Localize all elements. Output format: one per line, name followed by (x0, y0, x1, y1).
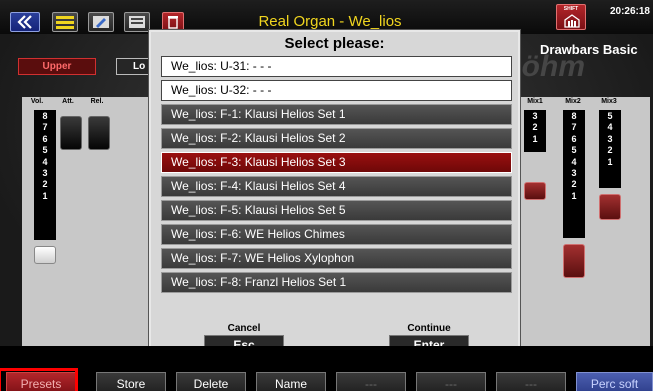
drawbar-number: 7 (42, 122, 48, 133)
drawbar-number: 4 (42, 156, 48, 167)
softkey-perc-soft[interactable]: Perc soft (576, 372, 653, 391)
drawbar-mix2[interactable]: 8 7 6 5 4 3 2 1 (563, 110, 585, 238)
shift-button[interactable]: SHIFT (556, 4, 586, 30)
drawbar-number: 3 (607, 133, 613, 144)
list-item[interactable]: We_lios: F-4: Klausi Helios Set 4 (161, 176, 512, 197)
preset-list: We_lios: U-31: - - - We_lios: U-32: - - … (161, 56, 512, 296)
drawbar-cap-vol[interactable] (34, 246, 56, 264)
cancel-label: Cancel (227, 323, 261, 334)
drawbar-number: 4 (571, 156, 577, 167)
drawbar-cap-mix2[interactable] (563, 244, 585, 278)
softkey-name[interactable]: Name (256, 372, 326, 391)
dialog-title: Select please: (284, 35, 385, 52)
drawbar-number: 6 (571, 133, 577, 144)
softkey-empty-2[interactable]: --- (416, 372, 486, 391)
edit-icon (93, 16, 109, 28)
drawbar-number: 1 (532, 133, 538, 144)
presets-highlight-frame (0, 368, 78, 391)
drawbar-mix1[interactable]: 3 2 1 (524, 110, 546, 152)
drawbar-number: 4 (607, 122, 613, 133)
drawbar-number: 2 (607, 145, 613, 156)
drawbar-number: 2 (42, 179, 48, 190)
drawbar-cap-mix3[interactable] (599, 194, 621, 220)
col-label-mix2: Mix2 (565, 98, 581, 105)
softkey-empty-3[interactable]: --- (496, 372, 566, 391)
drawbar-number: 1 (571, 190, 577, 201)
col-label-rel: Rel. (90, 98, 104, 105)
panel-title: Drawbars Basic (540, 42, 638, 57)
drawbar-vol[interactable]: 8 7 6 5 4 3 2 1 (34, 110, 56, 240)
list-item[interactable]: We_lios: F-8: Franzl Helios Set 1 (161, 272, 512, 293)
organ-icon (564, 14, 580, 28)
drawbar-number: 8 (571, 111, 577, 121)
drawbar-number: 2 (532, 122, 538, 133)
softkey-store[interactable]: Store (96, 372, 166, 391)
softkey-delete[interactable]: Delete (176, 372, 246, 391)
drawbar-number: 3 (42, 168, 48, 179)
edit-button[interactable] (88, 12, 114, 32)
drawbar-number: 3 (532, 111, 538, 121)
col-label-mix1: Mix1 (527, 98, 543, 105)
drawbar-number: 2 (571, 179, 577, 190)
list-item[interactable]: We_lios: F-2: Klausi Helios Set 2 (161, 128, 512, 149)
edit-list-button[interactable] (124, 12, 150, 32)
drawbar-number: 1 (607, 156, 613, 167)
drawbar-mix3[interactable]: 5 4 3 2 1 (599, 110, 621, 188)
list-item[interactable]: We_lios: U-32: - - - (161, 80, 512, 101)
clock: 20:26:18 (609, 6, 650, 17)
drawbar-number: 5 (42, 145, 48, 156)
softkey-empty-1[interactable]: --- (336, 372, 406, 391)
tab-upper[interactable]: Upper (18, 58, 96, 75)
col-label-mix3: Mix3 (601, 98, 617, 105)
back-icon (17, 15, 32, 29)
menu-icon (56, 16, 74, 29)
drawbar-number: 7 (571, 122, 577, 133)
drawbar-cap-rel[interactable] (88, 116, 110, 150)
list-item-selected[interactable]: We_lios: F-3: Klausi Helios Set 3 (161, 152, 512, 173)
col-label-att: Att. (62, 98, 74, 105)
list-item[interactable]: We_lios: F-5: Klausi Helios Set 5 (161, 200, 512, 221)
list-item[interactable]: We_lios: F-6: WE Helios Chimes (161, 224, 512, 245)
delete-icon (168, 16, 178, 29)
drawbar-number: 1 (42, 190, 48, 201)
drawbar-cap-att[interactable] (60, 116, 82, 150)
continue-label: Continue (407, 323, 451, 334)
drawbar-number: 6 (42, 133, 48, 144)
col-label-vol: Vol. (30, 98, 44, 105)
menu-button[interactable] (52, 12, 78, 32)
list-item[interactable]: We_lios: F-1: Klausi Helios Set 1 (161, 104, 512, 125)
drawbar-number: 8 (42, 111, 48, 121)
list-item[interactable]: We_lios: U-31: - - - (161, 56, 512, 77)
drawbar-cap-mix1[interactable] (524, 182, 546, 200)
list-item[interactable]: We_lios: F-7: WE Helios Xylophon (161, 248, 512, 269)
drawbar-number: 5 (607, 111, 613, 121)
select-dialog: Select please: We_lios: U-31: - - - We_l… (149, 30, 520, 364)
back-button[interactable] (10, 12, 40, 32)
shift-label: SHIFT (563, 6, 579, 12)
drawbar-number: 3 (571, 168, 577, 179)
drawbar-number: 5 (571, 145, 577, 156)
delete-button[interactable] (162, 12, 184, 32)
edit-list-icon (129, 16, 145, 28)
window-title: Real Organ - We_lios (258, 13, 402, 30)
